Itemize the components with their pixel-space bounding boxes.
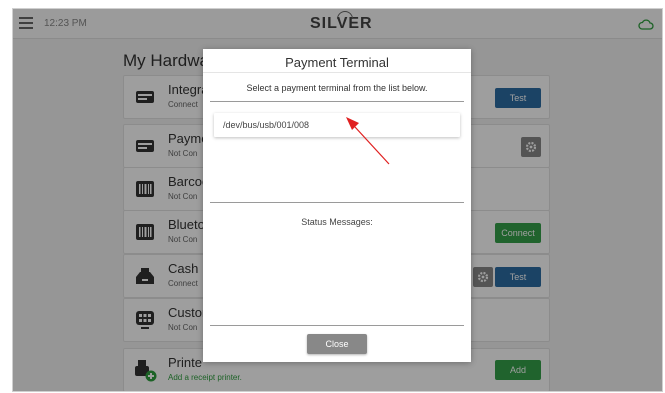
annotation-arrow-icon <box>346 117 390 165</box>
app-screen: 12:23 PM SILVER My Hardware Integra Conn… <box>12 8 663 392</box>
